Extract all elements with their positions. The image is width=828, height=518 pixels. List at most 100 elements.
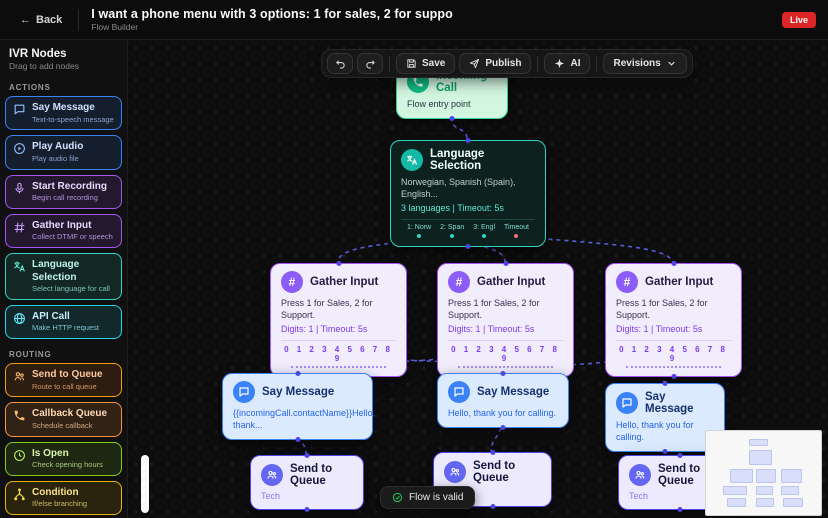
back-button[interactable]: ← Back	[12, 9, 70, 31]
node-divider	[616, 340, 731, 341]
node-divider	[448, 340, 563, 341]
node-body: Press 1 for Sales, 2 for Support.	[616, 297, 731, 321]
node-body: Hello, thank you for calling.	[616, 419, 714, 443]
hash-icon: #	[281, 271, 303, 293]
node-title: Send to Queue	[290, 463, 353, 487]
globe-icon	[13, 312, 26, 325]
item-desc: Make HTTP request	[32, 323, 99, 333]
port-2[interactable]: 2: Span	[440, 224, 464, 238]
sidebar-item-condition[interactable]: Condition If/else branching	[5, 481, 122, 515]
digit-port-dots	[291, 366, 385, 368]
flow-canvas[interactable]: Save Publish AI Revisions	[128, 40, 828, 518]
check-circle-icon	[392, 492, 403, 503]
node-title: Say Message	[645, 391, 714, 415]
toolbar-divider	[389, 56, 390, 72]
live-badge: Live	[782, 12, 816, 28]
item-label: Language Selection	[32, 259, 114, 284]
node-say-message-2[interactable]: Say Message Hello, thank you for calling…	[437, 373, 569, 428]
chat-icon	[233, 381, 255, 403]
node-body: {{incomingCall.contactName}}Hello, thank…	[233, 407, 362, 431]
minimap-node	[749, 450, 772, 464]
item-desc: Play audio file	[32, 154, 83, 164]
digit-ports[interactable]: 0 1 2 3 4 5 6 7 8 9	[281, 345, 396, 363]
users-icon	[444, 461, 466, 483]
canvas-scrollbar-thumb[interactable]	[141, 455, 149, 513]
branch-icon	[13, 488, 26, 501]
play-circle-icon	[13, 142, 26, 155]
node-meta: 3 languages | Timeout: 5s	[401, 203, 535, 213]
node-title: Say Message	[262, 386, 334, 398]
undo-icon	[335, 58, 346, 69]
sidebar-item-is-open[interactable]: Is Open Check opening hours	[5, 442, 122, 476]
minimap[interactable]	[705, 430, 822, 516]
item-desc: Schedule callback	[32, 421, 107, 431]
node-meta: Digits: 1 | Timeout: 5s	[281, 324, 396, 334]
users-icon	[261, 464, 283, 486]
sidebar-item-api-call[interactable]: API Call Make HTTP request	[5, 305, 122, 339]
sidebar-item-say-message[interactable]: Say Message Text-to-speech message	[5, 96, 122, 130]
sidebar-item-language-selection[interactable]: Language Selection Select language for c…	[5, 253, 122, 300]
node-meta: Digits: 1 | Timeout: 5s	[448, 324, 563, 334]
digit-ports[interactable]: 0 1 2 3 4 5 6 7 8 9	[448, 345, 563, 363]
revisions-button[interactable]: Revisions	[603, 53, 686, 74]
item-desc: Begin call recording	[32, 193, 107, 203]
save-label: Save	[422, 58, 445, 69]
queue-name: Tech	[261, 491, 353, 501]
page-title: I want a phone menu with 3 options: 1 fo…	[91, 7, 453, 21]
item-label: Send to Queue	[32, 369, 103, 382]
sidebar-item-play-audio[interactable]: Play Audio Play audio file	[5, 135, 122, 169]
node-title: Say Message	[477, 386, 549, 398]
node-send-to-queue-1[interactable]: Send to Queue Tech	[250, 455, 364, 510]
page-subtitle: Flow Builder	[91, 22, 453, 32]
item-label: API Call	[32, 311, 99, 324]
node-say-message-1[interactable]: Say Message {{incomingCall.contactName}}…	[222, 373, 373, 440]
back-label: Back	[36, 14, 62, 26]
digit-port-dots	[626, 366, 720, 368]
node-gather-input-1[interactable]: # Gather Input Press 1 for Sales, 2 for …	[270, 263, 407, 377]
ai-button[interactable]: AI	[544, 53, 590, 74]
node-gather-input-2[interactable]: # Gather Input Press 1 for Sales, 2 for …	[437, 263, 574, 377]
sidebar-item-gather-input[interactable]: Gather Input Collect DTMF or speech	[5, 214, 122, 248]
node-title: Language Selection	[430, 148, 535, 172]
header-titles: I want a phone menu with 3 options: 1 fo…	[91, 7, 453, 32]
save-button[interactable]: Save	[396, 53, 455, 74]
port-timeout[interactable]: Timeout	[504, 224, 529, 238]
digit-ports[interactable]: 0 1 2 3 4 5 6 7 8 9	[616, 345, 731, 363]
chat-icon	[448, 381, 470, 403]
toast-label: Flow is valid	[409, 492, 463, 503]
minimap-node	[727, 498, 745, 506]
node-divider	[281, 340, 396, 341]
node-language-selection[interactable]: Language Selection Norwegian, Spanish (S…	[390, 140, 546, 247]
node-gather-input-3[interactable]: # Gather Input Press 1 for Sales, 2 for …	[605, 263, 742, 377]
users-icon	[13, 370, 26, 383]
sidebar-item-callback-queue[interactable]: Callback Queue Schedule callback	[5, 402, 122, 436]
publish-label: Publish	[485, 58, 521, 69]
item-label: Gather Input	[32, 220, 113, 233]
redo-icon	[365, 58, 376, 69]
sidebar-item-start-recording[interactable]: Start Recording Begin call recording	[5, 175, 122, 209]
node-body: Press 1 for Sales, 2 for Support.	[448, 297, 563, 321]
ai-label: AI	[570, 58, 580, 69]
minimap-node	[781, 486, 799, 495]
header-divider	[78, 9, 79, 31]
item-desc: Route to call queue	[32, 382, 103, 392]
hash-icon	[13, 221, 26, 234]
hash-icon: #	[616, 271, 638, 293]
item-label: Start Recording	[32, 181, 107, 194]
save-icon	[406, 58, 417, 69]
node-title: Gather Input	[477, 276, 545, 288]
chat-icon	[616, 392, 638, 414]
redo-button[interactable]	[357, 53, 383, 74]
publish-button[interactable]: Publish	[459, 53, 531, 74]
minimap-node	[756, 498, 774, 506]
port-3[interactable]: 3: Engl	[473, 224, 495, 238]
sparkle-icon	[554, 58, 565, 69]
undo-button[interactable]	[327, 53, 353, 74]
port-1[interactable]: 1: Norw	[407, 224, 431, 238]
flow-builder-app: ← Back I want a phone menu with 3 option…	[0, 0, 828, 518]
item-desc: Select language for call	[32, 284, 114, 294]
sidebar-item-send-to-queue[interactable]: Send to Queue Route to call queue	[5, 363, 122, 397]
item-label: Is Open	[32, 448, 103, 461]
minimap-node	[730, 469, 753, 483]
clock-icon	[13, 449, 26, 462]
